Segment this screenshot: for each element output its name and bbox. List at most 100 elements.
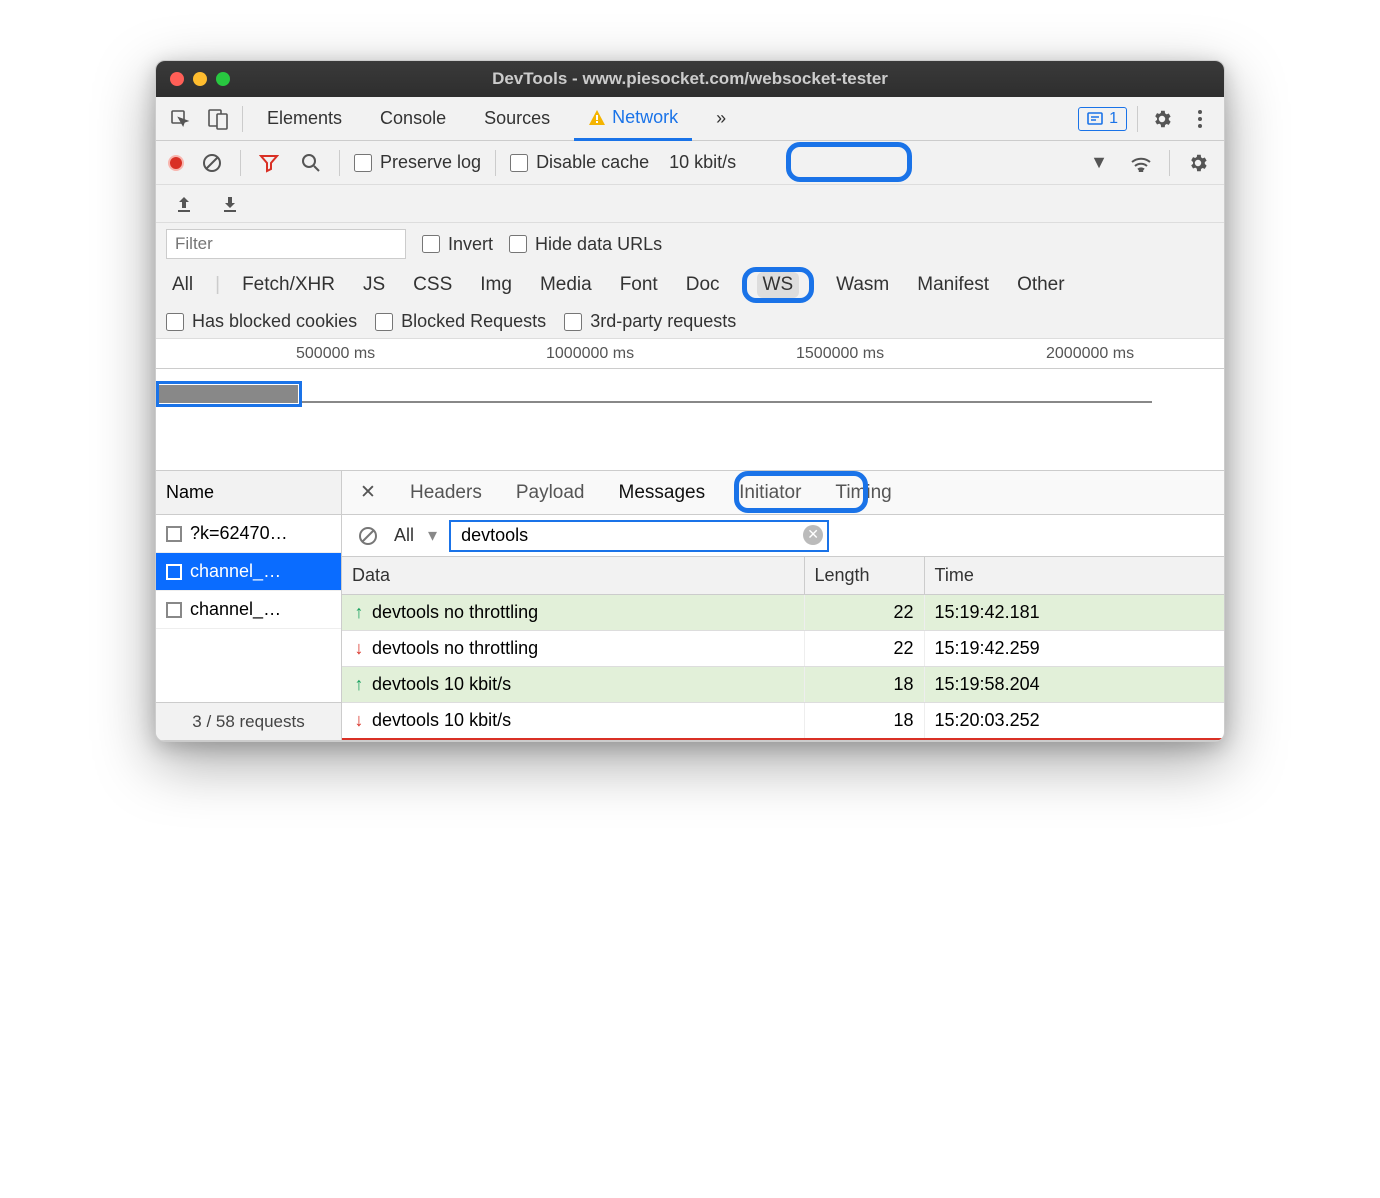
message-row[interactable]: ↓devtools 10 kbit/s1815:20:03.252 (342, 703, 1224, 740)
filter-fetch[interactable]: Fetch/XHR (236, 272, 341, 298)
throttling-caret-icon[interactable]: ▼ (1085, 149, 1113, 177)
arrow-down-icon: ↓ (352, 638, 366, 659)
tab-initiator[interactable]: Initiator (733, 478, 807, 508)
message-type-select[interactable]: All ▾ (394, 525, 437, 546)
throttling-select[interactable]: 10 kbit/s (669, 152, 736, 173)
tab-sources[interactable]: Sources (470, 97, 564, 141)
import-export-row (156, 185, 1224, 223)
titlebar: DevTools - www.piesocket.com/websocket-t… (156, 61, 1224, 97)
filter-css[interactable]: CSS (407, 272, 458, 298)
more-tabs-button[interactable]: » (702, 97, 740, 141)
device-toolbar-icon[interactable] (204, 105, 232, 133)
messages-table: Data Length Time ↑devtools no throttling… (342, 557, 1224, 740)
timeline-overview[interactable]: 500000 ms 1000000 ms 1500000 ms 2000000 … (156, 339, 1224, 471)
annotation-highlight: WS (742, 267, 815, 303)
filter-toggle-icon[interactable] (255, 149, 283, 177)
clear-button[interactable] (198, 149, 226, 177)
window-title: DevTools - www.piesocket.com/websocket-t… (492, 69, 888, 89)
upload-har-icon[interactable] (170, 190, 198, 218)
detail-tabs: ✕ Headers Payload Messages Initiator Tim… (342, 471, 1224, 515)
tab-payload[interactable]: Payload (510, 478, 591, 508)
message-filter-input[interactable] (449, 520, 829, 552)
record-button[interactable] (168, 155, 184, 171)
clear-filter-icon[interactable]: ✕ (803, 525, 823, 545)
invert-checkbox[interactable]: Invert (422, 234, 493, 255)
tab-messages[interactable]: Messages (613, 478, 712, 508)
inspect-element-icon[interactable] (166, 105, 194, 133)
file-icon (166, 564, 182, 580)
separator (495, 150, 496, 176)
col-time[interactable]: Time (924, 557, 1224, 595)
close-window-button[interactable] (170, 72, 184, 86)
download-har-icon[interactable] (216, 190, 244, 218)
tab-timing[interactable]: Timing (829, 478, 897, 508)
issues-icon (1087, 111, 1103, 127)
request-list: Name ?k=62470…channel_…channel_… 3 / 58 … (156, 471, 342, 740)
separator (1137, 106, 1138, 132)
tab-console[interactable]: Console (366, 97, 460, 141)
request-row[interactable]: channel_… (156, 553, 341, 591)
split-pane: Name ?k=62470…channel_…channel_… 3 / 58 … (156, 471, 1224, 741)
hide-data-urls-checkbox[interactable]: Hide data URLs (509, 234, 662, 255)
devtools-window: DevTools - www.piesocket.com/websocket-t… (155, 60, 1225, 742)
tick-label: 2000000 ms (1046, 345, 1134, 363)
filter-all[interactable]: All (166, 272, 199, 298)
tab-headers[interactable]: Headers (404, 478, 488, 508)
filter-manifest[interactable]: Manifest (911, 272, 995, 298)
request-row[interactable]: channel_… (156, 591, 341, 629)
traffic-lights (170, 72, 230, 86)
message-row[interactable]: ↑devtools no throttling2215:19:42.181 (342, 595, 1224, 631)
tab-network[interactable]: Network (574, 97, 692, 141)
network-toolbar: Preserve log Disable cache 10 kbit/s ▼ (156, 141, 1224, 185)
arrow-up-icon: ↑ (352, 602, 366, 623)
tick-label: 1500000 ms (796, 345, 884, 363)
annotation-highlight (786, 142, 912, 182)
messages-toolbar: All ▾ ✕ (342, 515, 1224, 557)
request-row[interactable]: ?k=62470… (156, 515, 341, 553)
minimize-window-button[interactable] (193, 72, 207, 86)
third-party-checkbox[interactable]: 3rd-party requests (564, 311, 736, 332)
main-tabs: Elements Console Sources Network » 1 (156, 97, 1224, 141)
separator (1169, 150, 1170, 176)
tab-elements[interactable]: Elements (253, 97, 356, 141)
filter-other[interactable]: Other (1011, 272, 1071, 298)
disable-cache-checkbox[interactable]: Disable cache (510, 152, 649, 173)
filter-ws[interactable]: WS (757, 272, 800, 298)
warning-icon (588, 109, 606, 127)
blocked-requests-checkbox[interactable]: Blocked Requests (375, 311, 546, 332)
overview-line (302, 401, 1152, 403)
filter-font[interactable]: Font (614, 272, 664, 298)
preserve-log-checkbox[interactable]: Preserve log (354, 152, 481, 173)
col-length[interactable]: Length (804, 557, 924, 595)
network-settings-icon[interactable] (1184, 149, 1212, 177)
clear-messages-button[interactable] (354, 522, 382, 550)
request-count-status: 3 / 58 requests (156, 702, 341, 740)
message-row[interactable]: ↑devtools 10 kbit/s1815:19:58.204 (342, 667, 1224, 703)
message-row[interactable]: ↓devtools no throttling2215:19:42.259 (342, 631, 1224, 667)
issues-chip[interactable]: 1 (1078, 107, 1127, 131)
maximize-window-button[interactable] (216, 72, 230, 86)
col-data[interactable]: Data (342, 557, 804, 595)
file-icon (166, 602, 182, 618)
filter-input[interactable] (166, 229, 406, 259)
kebab-menu-icon[interactable] (1186, 105, 1214, 133)
separator (242, 106, 243, 132)
has-blocked-cookies-checkbox[interactable]: Has blocked cookies (166, 311, 357, 332)
request-list-header: Name (156, 471, 341, 515)
file-icon (166, 526, 182, 542)
tick-label: 500000 ms (296, 345, 375, 363)
separator (240, 150, 241, 176)
filter-wasm[interactable]: Wasm (830, 272, 895, 298)
settings-icon[interactable] (1148, 105, 1176, 133)
overview-selection (156, 381, 302, 407)
filter-js[interactable]: JS (357, 272, 391, 298)
search-icon[interactable] (297, 149, 325, 177)
detail-pane: ✕ Headers Payload Messages Initiator Tim… (342, 471, 1224, 740)
filter-media[interactable]: Media (534, 272, 598, 298)
tick-label: 1000000 ms (546, 345, 634, 363)
close-detail-button[interactable]: ✕ (354, 479, 382, 507)
filter-img[interactable]: Img (474, 272, 518, 298)
filter-doc[interactable]: Doc (680, 272, 726, 298)
arrow-up-icon: ↑ (352, 674, 366, 695)
network-conditions-icon[interactable] (1127, 149, 1155, 177)
